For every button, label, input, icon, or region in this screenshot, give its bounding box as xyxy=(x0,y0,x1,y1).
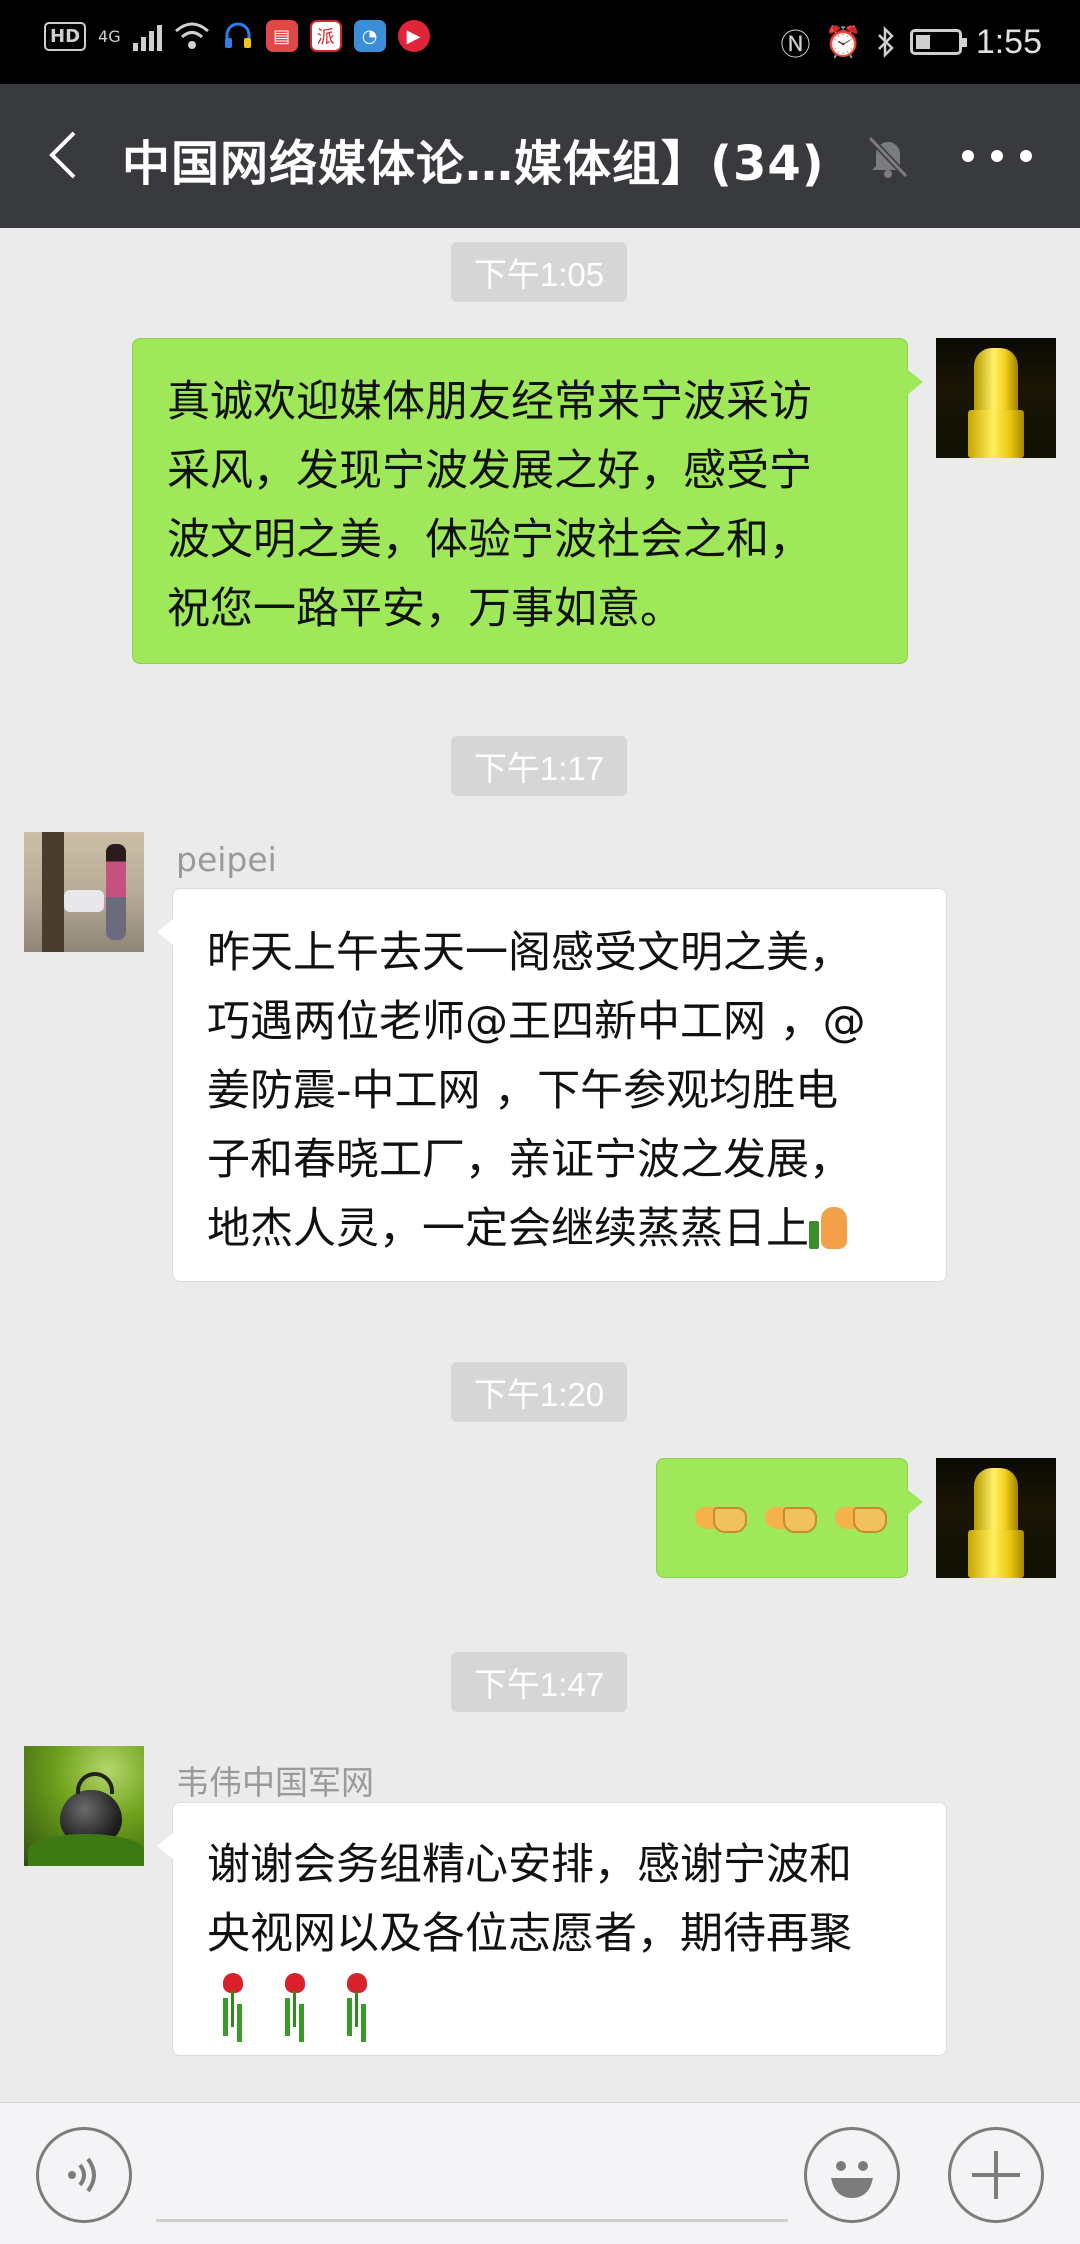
my-avatar[interactable] xyxy=(936,338,1056,458)
message-line: 姜防震-中工网 ，下午参观均胜电 xyxy=(207,1066,839,1116)
message-line: 昨天上午去天一阁感受文明之美， xyxy=(207,928,852,978)
message-line-last: 地杰人灵，一定会继续蒸蒸日上 xyxy=(207,1195,946,1264)
timestamp: 下午1:05 xyxy=(451,242,627,302)
browser-app-icon: ◔ xyxy=(353,20,386,52)
sender-name: 韦伟中国军网 xyxy=(176,1763,374,1802)
handshake-emoji-icon xyxy=(695,1499,747,1537)
back-icon xyxy=(49,131,76,179)
message-line: 央视网以及各位志愿者，期待再聚 xyxy=(207,1909,852,1959)
chat-title[interactable]: 中国网络媒体论…媒体组】(34) xyxy=(122,124,825,194)
status-right: Ⓝ ⏰ 1:55 xyxy=(780,20,1042,64)
handshake-emoji-icon xyxy=(835,1499,887,1537)
bluetooth-icon xyxy=(877,26,894,58)
thumbs-up-emoji-icon xyxy=(809,1205,849,1249)
message-bubble-sent[interactable]: 真诚欢迎媒体朋友经常来宁波采访 采风，发现宁波发展之好，感受宁 波文明之美，体验… xyxy=(132,338,923,664)
message-input[interactable] xyxy=(156,2219,788,2222)
alarm-icon: ⏰ xyxy=(824,24,862,60)
rose-emoji-icon xyxy=(339,1973,373,2027)
emoji-icon xyxy=(831,2161,873,2198)
input-bar xyxy=(0,2102,1080,2244)
battery-icon xyxy=(909,29,967,55)
sender-name: peipei xyxy=(176,840,277,879)
message-bubble-sent-emoji[interactable] xyxy=(656,1458,923,1578)
timestamp: 下午1:20 xyxy=(451,1362,627,1422)
timestamp: 下午1:47 xyxy=(451,1652,627,1712)
emoji-line xyxy=(207,1969,946,2038)
message-line: 巧遇两位老师@王四新中工网 ，@ xyxy=(207,997,866,1047)
plus-button[interactable] xyxy=(948,2127,1044,2223)
status-time: 1:55 xyxy=(975,22,1042,61)
message-line: 真诚欢迎媒体朋友经常来宁波采访 xyxy=(167,377,812,427)
wifi-icon xyxy=(174,22,209,49)
status-bar: HD 4G ▤ 派 ◔ ▶ Ⓝ ⏰ 1:55 xyxy=(0,0,1080,84)
rose-emoji-icon xyxy=(277,1973,311,2027)
mute-bell-icon xyxy=(867,135,909,179)
status-left: HD 4G ▤ 派 ◔ ▶ xyxy=(44,20,430,52)
network-type-label: 4G xyxy=(98,26,121,46)
message-line: 波文明之美，体验宁波社会之和， xyxy=(167,515,812,565)
headset-icon xyxy=(224,22,251,48)
more-button[interactable] xyxy=(962,124,1032,188)
emoji-button[interactable] xyxy=(804,2127,900,2223)
more-icon xyxy=(962,150,974,162)
news-app-icon: ▤ xyxy=(265,20,298,52)
voice-button[interactable] xyxy=(36,2127,132,2223)
sender-avatar-peipei[interactable] xyxy=(24,832,144,952)
video-app-icon: ▶ xyxy=(397,20,430,52)
message-line: 子和春晓工厂，亲证宁波之发展， xyxy=(207,1135,852,1185)
sender-avatar-weiwei[interactable] xyxy=(24,1746,144,1866)
nfc-icon: Ⓝ xyxy=(780,28,811,63)
pai-app-icon: 派 xyxy=(309,20,342,52)
voice-icon xyxy=(68,2157,96,2193)
message-line: 采风，发现宁波发展之好，感受宁 xyxy=(167,446,812,496)
emoji-row xyxy=(657,1459,907,1577)
timestamp: 下午1:17 xyxy=(451,736,627,796)
handshake-emoji-icon xyxy=(765,1499,817,1537)
signal-icon xyxy=(132,21,162,51)
plus-icon xyxy=(972,2151,1020,2199)
my-avatar[interactable] xyxy=(936,1458,1056,1578)
rose-emoji-icon xyxy=(215,1973,249,2027)
message-bubble-received[interactable]: 谢谢会务组精心安排，感谢宁波和 央视网以及各位志愿者，期待再聚 xyxy=(157,1802,947,2056)
message-line: 谢谢会务组精心安排，感谢宁波和 xyxy=(207,1840,852,1890)
chat-header: 中国网络媒体论…媒体组】(34) xyxy=(0,84,1080,228)
message-bubble-received[interactable]: 昨天上午去天一阁感受文明之美， 巧遇两位老师@王四新中工网 ，@ 姜防震-中工网… xyxy=(157,888,947,1282)
hd-icon: HD xyxy=(44,21,87,51)
back-button[interactable] xyxy=(36,128,90,182)
message-line: 祝您一路平安，万事如意。 xyxy=(167,584,683,634)
message-line-text: 地杰人灵，一定会继续蒸蒸日上 xyxy=(207,1204,809,1254)
